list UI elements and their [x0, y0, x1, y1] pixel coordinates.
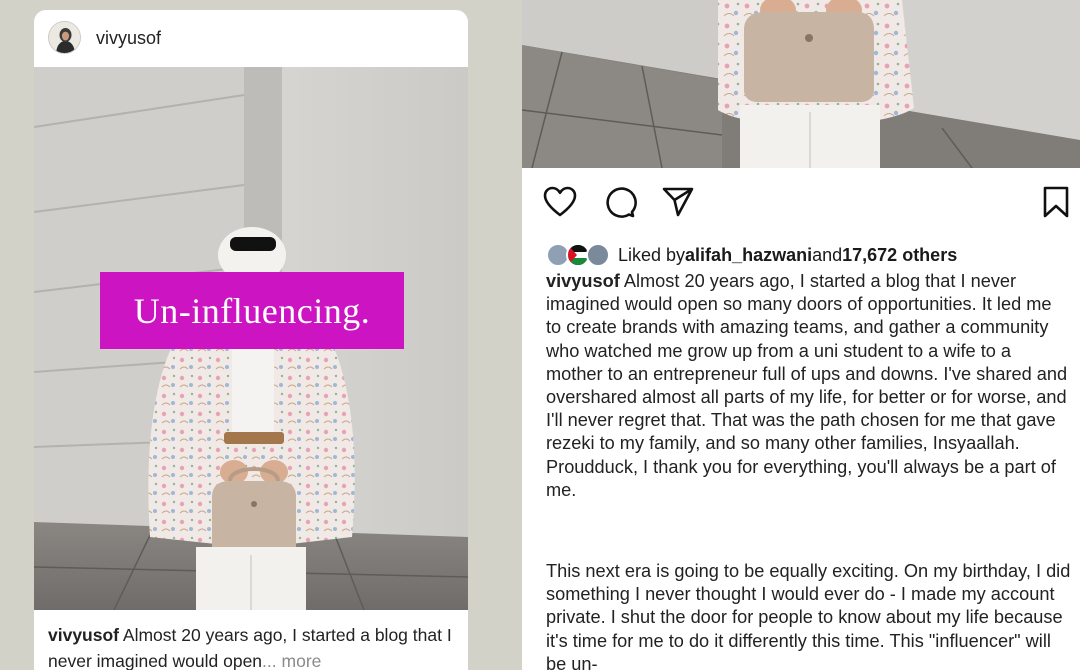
liked-by-and: and [812, 244, 843, 265]
overlay-banner: Un-influencing. [100, 272, 404, 349]
likes-summary[interactable]: Liked by alifah_hazwani and 17,672 other… [546, 242, 957, 268]
like-button[interactable] [540, 182, 580, 226]
share-icon [661, 186, 695, 223]
heart-icon [543, 186, 577, 223]
post-header: vivyusof [34, 10, 468, 66]
save-button[interactable] [1036, 182, 1076, 226]
action-row [522, 182, 1080, 226]
more-link[interactable]: more [277, 651, 322, 670]
comment-button[interactable] [600, 182, 640, 226]
liked-by-prefix: Liked by [618, 244, 686, 265]
share-button[interactable] [658, 182, 698, 226]
caption-username[interactable]: vivyusof [48, 625, 119, 645]
caption-paragraph-2: This next era is going to be equally exc… [546, 561, 1071, 670]
right-post-photo[interactable] [522, 0, 1080, 168]
comment-icon [603, 185, 637, 224]
overlay-text: Un-influencing. [133, 290, 371, 331]
liked-by-others[interactable]: 17,672 others [842, 245, 957, 266]
post-photo[interactable]: Un-influencing. [34, 67, 468, 610]
post-caption: vivyusof Almost 20 years ago, I started … [48, 622, 458, 670]
liker-avatars [546, 242, 612, 268]
caption-username[interactable]: vivyusof [546, 271, 620, 291]
full-caption: vivyusof Almost 20 years ago, I started … [546, 270, 1071, 502]
username[interactable]: vivyusof [96, 28, 161, 49]
right-post-details: Liked by alifah_hazwani and 17,672 other… [522, 168, 1080, 670]
avatar[interactable] [48, 21, 81, 54]
liker-avatar [586, 243, 610, 267]
caption-ellipsis: ... [262, 651, 277, 670]
liked-by-user[interactable]: alifah_hazwani [685, 245, 812, 266]
bookmark-icon [1042, 186, 1070, 223]
caption-text: Almost 20 years ago, I started a blog th… [546, 271, 1068, 500]
left-post-card: vivyusof Un-influencing. vivyusof Almost… [34, 10, 468, 670]
